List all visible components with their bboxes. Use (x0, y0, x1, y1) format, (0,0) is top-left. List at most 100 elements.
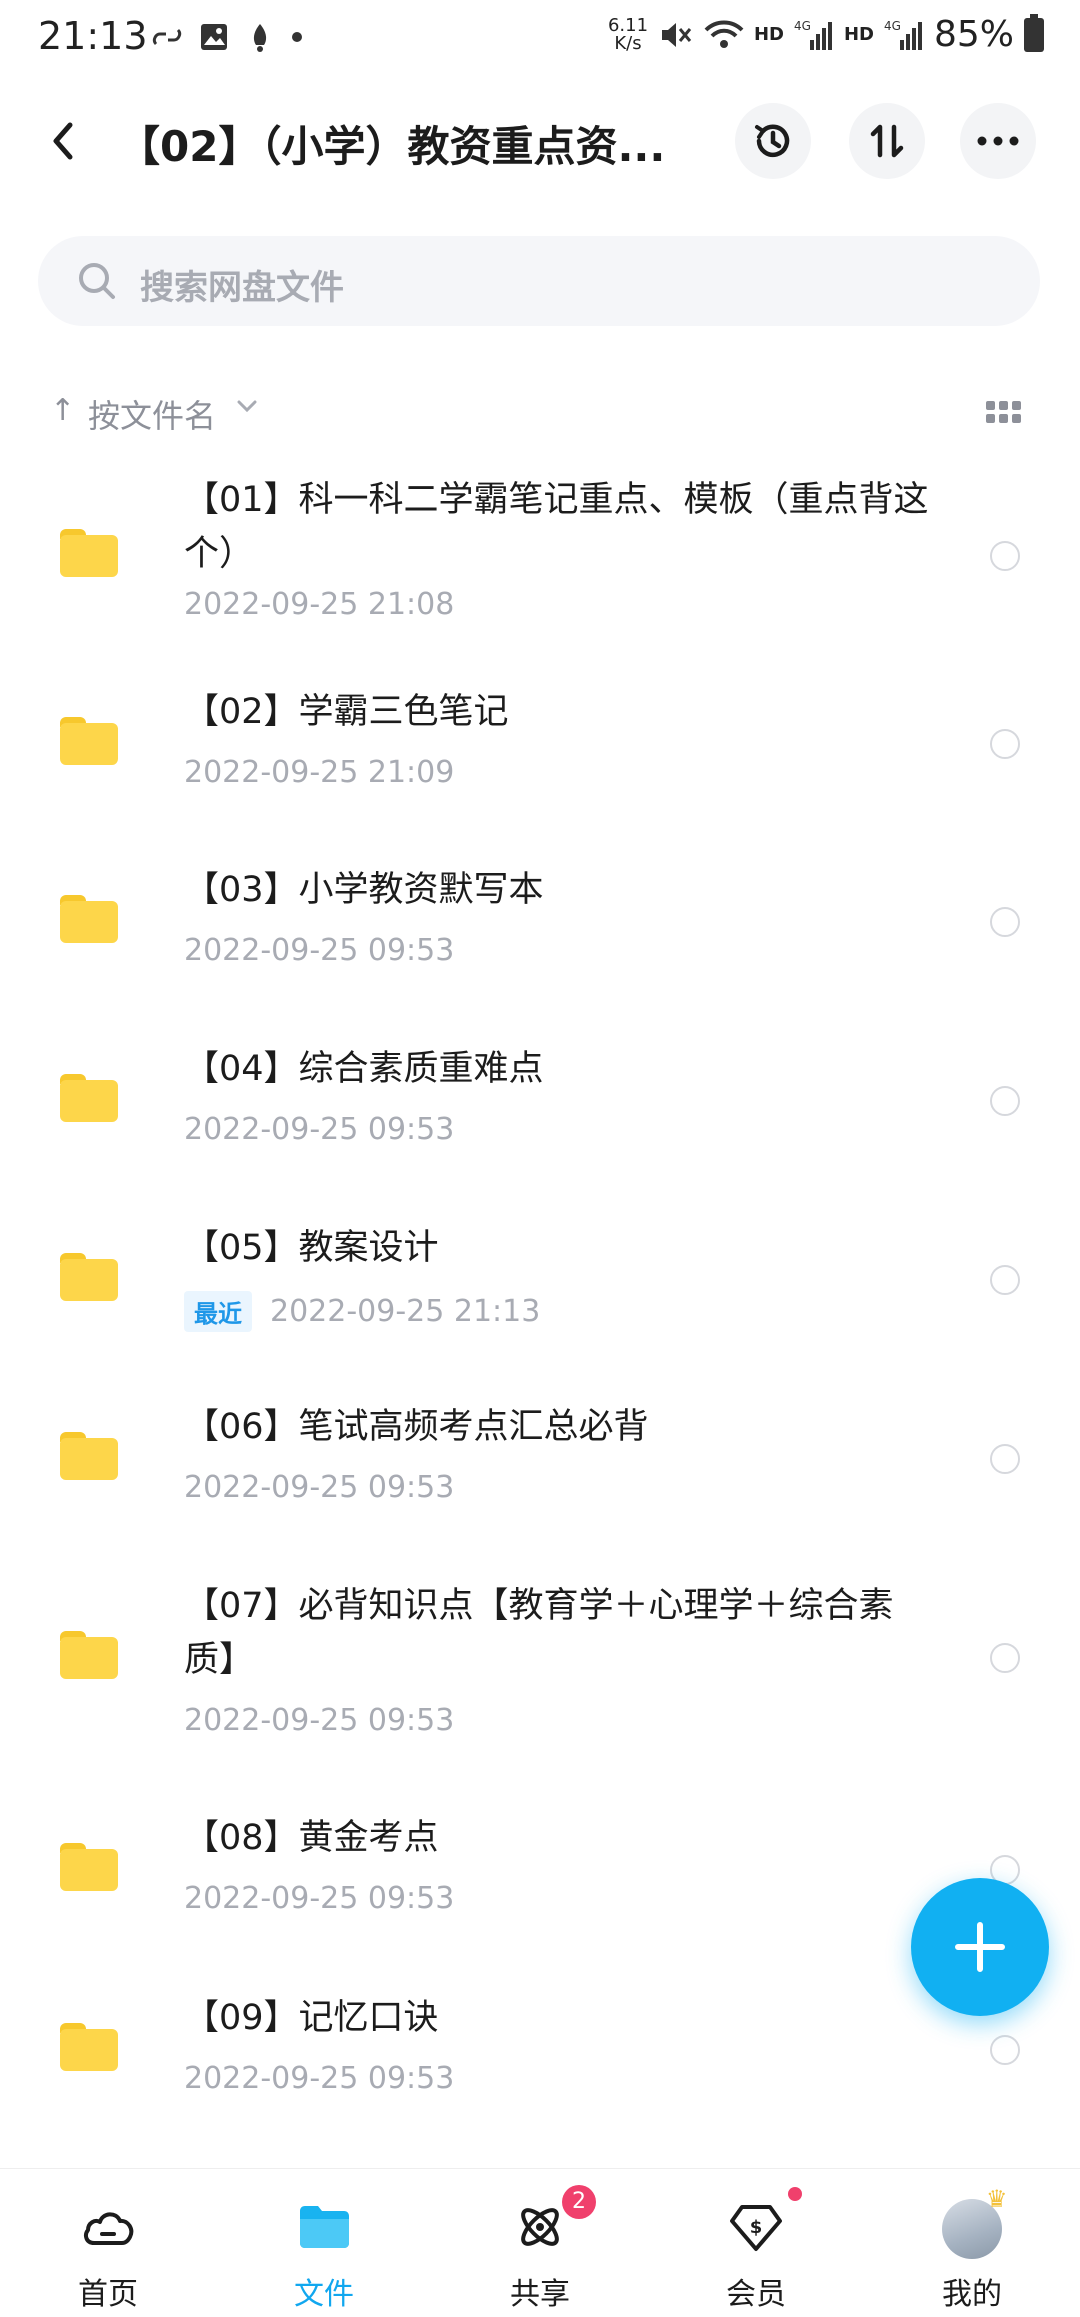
file-date-text: 2022-09-25 09:53 (184, 933, 455, 968)
search-icon (79, 263, 115, 299)
list-item[interactable]: 【06】笔试高频考点汇总必背 2022-09-25 09:53 (0, 1360, 1080, 1539)
status-time: 21:13 (38, 14, 148, 58)
file-date: 2022-09-25 09:53 (184, 1112, 454, 1147)
file-name: 【01】科一科二学霸笔记重点、模板（重点背这个） (184, 480, 929, 574)
net-speed: 6.11 K/s (607, 14, 649, 54)
battery-percent: 85% (933, 14, 1014, 55)
file-name: 【09】记忆口诀 (184, 1998, 439, 2038)
sort-row: ↑ 按文件名 (0, 385, 1080, 445)
folder-icon (60, 717, 120, 765)
select-checkbox[interactable] (990, 907, 1020, 937)
select-checkbox[interactable] (990, 1444, 1020, 1474)
list-item[interactable]: 【01】科一科二学霸笔记重点、模板（重点背这个） 2022-09-25 21:0… (0, 455, 1080, 645)
gallery-icon (201, 24, 227, 50)
back-button[interactable] (40, 113, 90, 169)
sort-by-name-label[interactable]: 按文件名 (88, 391, 216, 437)
nav-vip[interactable]: $ 会员 (648, 2169, 864, 2317)
header: 【02】（小学）教资重点资... (0, 95, 1080, 185)
nav-mine[interactable]: ♛ 我的 (864, 2169, 1080, 2317)
file-date-text: 2022-09-25 21:09 (184, 755, 455, 790)
nav-home[interactable]: 首页 (0, 2169, 216, 2317)
file-date-text: 2022-09-25 09:53 (184, 2061, 455, 2096)
file-date: 2022-09-25 09:53 (184, 933, 454, 968)
battery-icon (1024, 13, 1044, 52)
file-name: 【04】综合素质重难点 (184, 1049, 544, 1089)
file-date: 2022-09-25 21:09 (184, 755, 454, 790)
list-item[interactable]: 【02】学霸三色笔记 2022-09-25 21:09 (0, 645, 1080, 823)
sort-button[interactable] (849, 103, 925, 179)
plus-icon (955, 1922, 1005, 1972)
history-button[interactable] (735, 103, 811, 179)
chevron-down-icon[interactable] (236, 399, 258, 413)
share-atom-icon (521, 2208, 559, 2246)
list-item[interactable]: 【04】综合素质重难点 2022-09-25 09:53 (0, 1002, 1080, 1181)
history-icon (755, 124, 790, 158)
file-date-text: 2022-09-25 09:53 (184, 1470, 455, 1505)
wifi-icon (704, 20, 744, 48)
list-item[interactable]: 【07】必背知识点【教育学＋心理学＋综合素质】 2022-09-25 09:53 (0, 1539, 1080, 1771)
file-name: 【02】学霸三色笔记 (184, 692, 509, 732)
file-date: 2022-09-25 21:08 (184, 587, 454, 622)
file-date: 2022-09-25 09:53 (184, 1703, 454, 1738)
sort-arrow-icon[interactable]: ↑ (50, 393, 75, 428)
share-count-badge: 2 (562, 2185, 596, 2219)
notification-dot (788, 2187, 802, 2201)
vip-diamond-icon: $ (730, 2205, 782, 2251)
file-name: 【05】教案设计 (184, 1228, 439, 1268)
file-date-text: 2022-09-25 21:13 (270, 1294, 541, 1329)
signal-icon-2: 4G (884, 19, 922, 50)
file-date: 2022-09-25 09:53 (184, 1881, 454, 1916)
select-checkbox[interactable] (990, 1643, 1020, 1673)
file-name: 【07】必背知识点【教育学＋心理学＋综合素质】 (184, 1586, 894, 1680)
net-speed-value: 6.11 (607, 14, 649, 36)
nav-share[interactable]: 2 共享 (432, 2169, 648, 2317)
nav-files[interactable]: 文件 (216, 2169, 432, 2317)
nav-home-label: 首页 (78, 2277, 138, 2312)
folder-icon (300, 2206, 349, 2248)
bottom-nav: 首页 文件 2 共享 $ 会员 ♛ 我的 (0, 2168, 1080, 2317)
mute-icon (661, 22, 692, 47)
svg-text:4G: 4G (884, 19, 901, 33)
svg-text:4G: 4G (794, 19, 811, 33)
status-right: 6.11 K/s HD 4G HD 4G 85% (607, 13, 1044, 55)
file-name: 【08】黄金考点 (184, 1818, 439, 1858)
select-checkbox[interactable] (990, 1086, 1020, 1116)
sort-icon (870, 124, 904, 158)
add-button[interactable] (911, 1878, 1049, 2016)
folder-icon (60, 1631, 120, 1679)
list-item[interactable]: 【03】小学教资默写本 2022-09-25 09:53 (0, 823, 1080, 1002)
hd-label-1: HD (753, 24, 784, 45)
select-checkbox[interactable] (990, 729, 1020, 759)
select-checkbox[interactable] (990, 1265, 1020, 1295)
folder-icon (60, 1253, 120, 1301)
nav-files-label: 文件 (294, 2277, 354, 2312)
cloud-icon (84, 2212, 134, 2245)
select-checkbox[interactable] (990, 2035, 1020, 2065)
select-checkbox[interactable] (990, 541, 1020, 571)
signal-icon-1: 4G (794, 19, 832, 50)
file-date-text: 2022-09-25 09:53 (184, 1112, 455, 1147)
folder-icon (60, 1074, 120, 1122)
file-date-text: 2022-09-25 09:53 (184, 1703, 455, 1738)
list-item[interactable]: 【05】教案设计 最近 2022-09-25 21:13 (0, 1181, 1080, 1360)
search-input[interactable]: 搜索网盘文件 (38, 236, 1040, 326)
more-button[interactable] (960, 103, 1036, 179)
file-name: 【06】笔试高频考点汇总必背 (184, 1407, 649, 1447)
net-speed-unit: K/s (614, 32, 642, 54)
file-date-text: 2022-09-25 21:08 (184, 587, 455, 622)
status-bar: 21:13 6.11 K/s HD 4G HD 4G 85% (0, 0, 1080, 80)
recent-badge: 最近 (184, 1291, 252, 1332)
folder-icon (60, 529, 120, 577)
back-icon (53, 122, 73, 160)
svg-text:$: $ (750, 2217, 763, 2238)
file-list: 【01】科一科二学霸笔记重点、模板（重点背这个） 2022-09-25 21:0… (0, 455, 1080, 2130)
nav-mine-label: 我的 (942, 2277, 1002, 2312)
folder-icon (60, 895, 120, 943)
link-icon (152, 28, 182, 46)
folder-icon (60, 2023, 120, 2071)
page-title: 【02】（小学）教资重点资... (118, 122, 666, 171)
file-name: 【03】小学教资默写本 (184, 870, 544, 910)
file-date: 2022-09-25 09:53 (184, 1470, 454, 1505)
more-icon (977, 136, 1019, 146)
grid-view-icon[interactable] (986, 401, 1021, 423)
